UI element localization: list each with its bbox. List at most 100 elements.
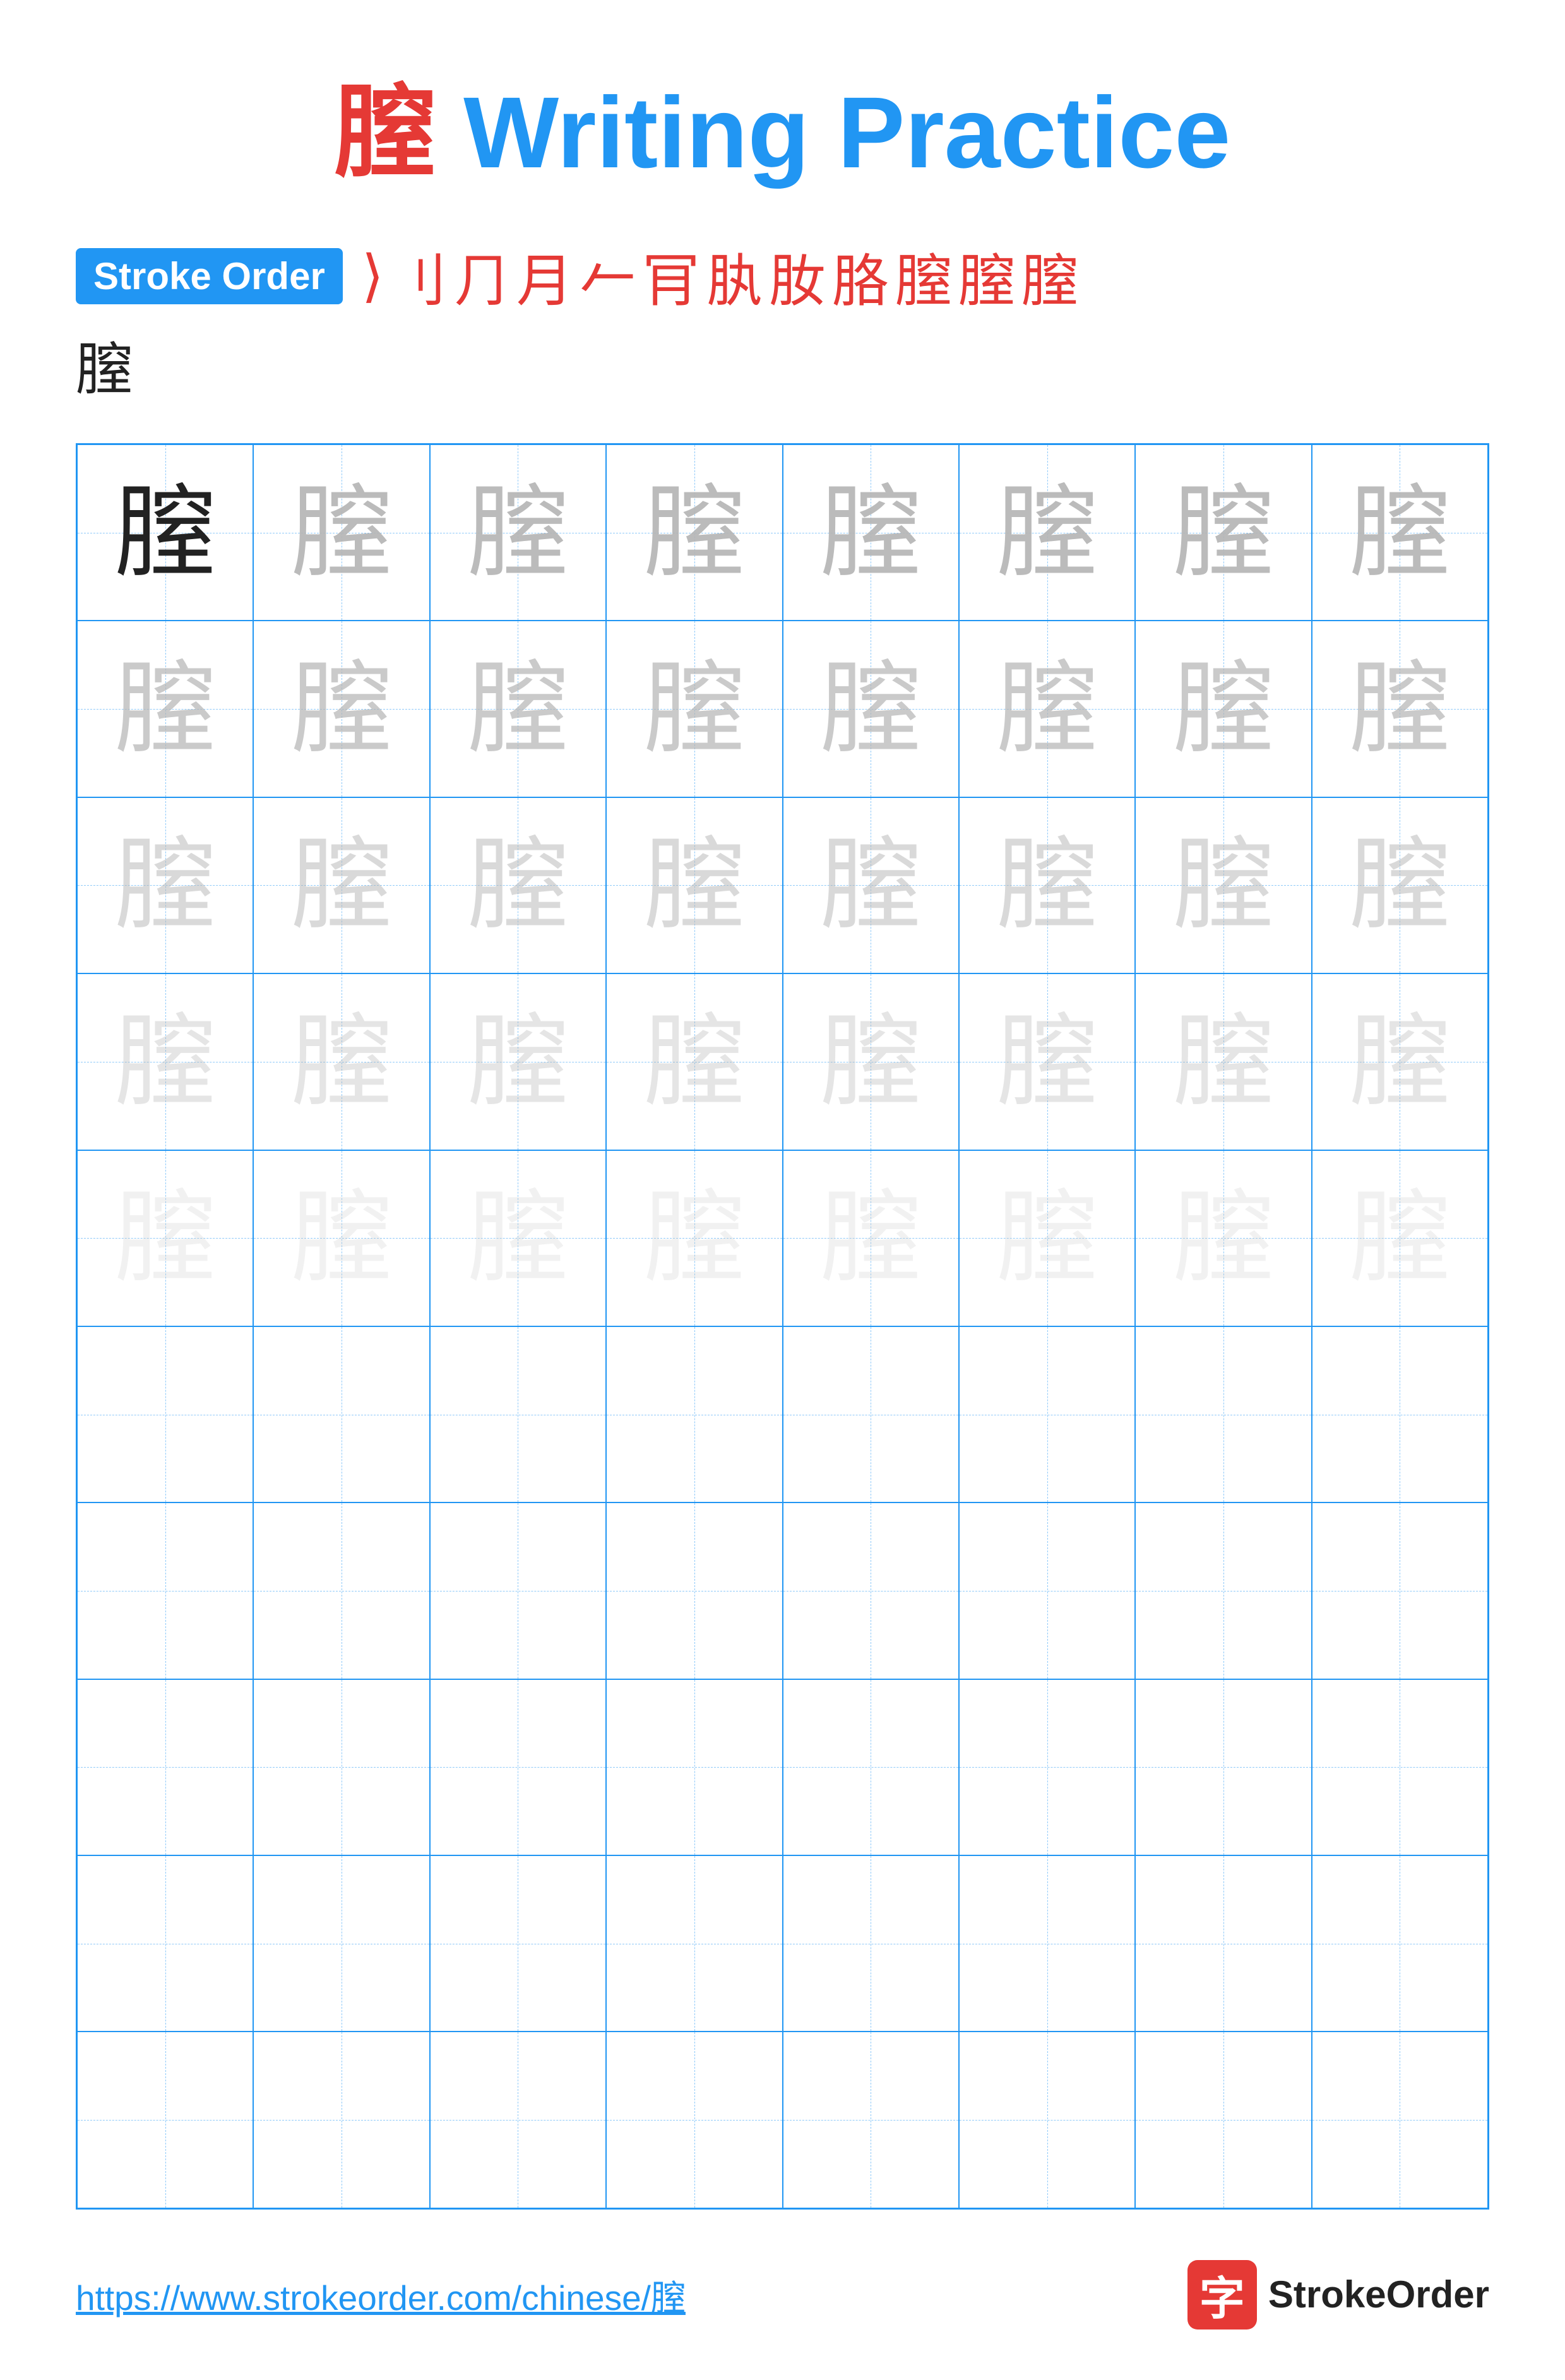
grid-cell: 膣 (959, 444, 1135, 621)
grid-row-8 (77, 1679, 1488, 1855)
grid-cell[interactable] (959, 1679, 1135, 1855)
grid-cell: 膣 (253, 444, 429, 621)
grid-cell[interactable] (783, 1502, 959, 1679)
grid-cell[interactable] (783, 2032, 959, 2208)
grid-cell[interactable] (77, 2032, 253, 2208)
grid-cell: 膣 (1312, 797, 1488, 973)
grid-cell[interactable] (253, 2032, 429, 2208)
grid-cell: 膣 (430, 797, 606, 973)
grid-cell: 膣 (77, 1150, 253, 1326)
footer-brand: 字 StrokeOrder (1187, 2260, 1489, 2329)
grid-cell[interactable] (253, 1326, 429, 1502)
grid-row-9 (77, 1855, 1488, 2032)
footer-url[interactable]: https://www.strokeorder.com/chinese/膣 (76, 2270, 686, 2320)
page: 膣 Writing Practice Stroke Order ⟩ 刂 ⺆ 月 … (0, 0, 1565, 2380)
grid-cell[interactable] (1135, 1326, 1311, 1502)
grid-cell: 膣 (253, 973, 429, 1150)
grid-cell[interactable] (1135, 1855, 1311, 2032)
grid-row-5: 膣 膣 膣 膣 膣 膣 膣 膣 (77, 1150, 1488, 1326)
writing-grid: 膣 膣 膣 膣 膣 膣 膣 膣 膣 膣 膣 膣 膣 膣 膣 膣 膣 膣 膣 膣 … (76, 443, 1489, 2210)
grid-cell[interactable] (430, 1326, 606, 1502)
grid-cell[interactable] (606, 1326, 782, 1502)
grid-cell[interactable] (253, 1679, 429, 1855)
grid-cell: 膣 (959, 621, 1135, 797)
grid-cell[interactable] (606, 1679, 782, 1855)
grid-cell[interactable] (959, 1326, 1135, 1502)
stroke-final: 膣 (76, 323, 1489, 405)
grid-cell: 膣 (1135, 973, 1311, 1150)
grid-cell: 膣 (1312, 973, 1488, 1150)
grid-cell: 膣 (959, 797, 1135, 973)
grid-cell[interactable] (959, 2032, 1135, 2208)
grid-row-10 (77, 2032, 1488, 2208)
grid-cell: 膣 (77, 621, 253, 797)
grid-cell[interactable] (1135, 2032, 1311, 2208)
stroke-order-badge[interactable]: Stroke Order (76, 248, 343, 304)
grid-cell: 膣 (1135, 621, 1311, 797)
grid-cell: 膣 (1312, 444, 1488, 621)
grid-cell: 膣 (959, 973, 1135, 1150)
grid-cell[interactable] (606, 2032, 782, 2208)
grid-cell[interactable] (430, 2032, 606, 2208)
grid-cell: 膣 (1312, 1150, 1488, 1326)
grid-cell[interactable] (77, 1326, 253, 1502)
grid-cell: 膣 (253, 621, 429, 797)
grid-cell[interactable] (959, 1502, 1135, 1679)
grid-cell[interactable] (1312, 1326, 1488, 1502)
grid-cell: 膣 (1135, 444, 1311, 621)
grid-cell: 膣 (606, 1150, 782, 1326)
grid-cell: 膣 (783, 973, 959, 1150)
grid-cell[interactable] (1312, 1855, 1488, 2032)
grid-cell[interactable] (1135, 1502, 1311, 1679)
stroke-chars: ⟩ 刂 ⺆ 月 𠂉 肎 肒 肗 胳 膣 膣 膣 (362, 235, 1078, 317)
grid-cell: 膣 (430, 973, 606, 1150)
grid-row-6 (77, 1326, 1488, 1502)
stroke-order-section: Stroke Order ⟩ 刂 ⺆ 月 𠂉 肎 肒 肗 胳 膣 膣 膣 膣 (76, 235, 1489, 405)
grid-cell: 膣 (430, 1150, 606, 1326)
grid-cell[interactable] (77, 1679, 253, 1855)
grid-row-1: 膣 膣 膣 膣 膣 膣 膣 膣 (77, 444, 1488, 621)
title-char: 膣 (335, 76, 436, 189)
grid-cell[interactable] (77, 1855, 253, 2032)
grid-cell[interactable] (1135, 1679, 1311, 1855)
page-title: 膣 Writing Practice (76, 51, 1489, 197)
grid-cell: 膣 (783, 621, 959, 797)
grid-cell[interactable] (430, 1502, 606, 1679)
grid-cell: 膣 (606, 973, 782, 1150)
grid-cell[interactable] (430, 1679, 606, 1855)
grid-cell[interactable] (253, 1855, 429, 2032)
grid-cell: 膣 (77, 797, 253, 973)
grid-row-7 (77, 1502, 1488, 1679)
grid-cell: 膣 (77, 444, 253, 621)
grid-cell: 膣 (77, 973, 253, 1150)
grid-cell: 膣 (783, 444, 959, 621)
grid-cell: 膣 (783, 1150, 959, 1326)
grid-cell: 膣 (253, 1150, 429, 1326)
grid-cell[interactable] (783, 1326, 959, 1502)
grid-cell: 膣 (253, 797, 429, 973)
grid-cell[interactable] (606, 1502, 782, 1679)
grid-cell[interactable] (77, 1502, 253, 1679)
grid-cell: 膣 (430, 621, 606, 797)
grid-cell[interactable] (606, 1855, 782, 2032)
brand-icon: 字 (1187, 2260, 1257, 2329)
grid-cell[interactable] (1312, 1679, 1488, 1855)
grid-cell: 膣 (606, 444, 782, 621)
grid-cell: 膣 (606, 797, 782, 973)
grid-cell: 膣 (1135, 797, 1311, 973)
grid-cell[interactable] (1312, 2032, 1488, 2208)
grid-cell[interactable] (783, 1855, 959, 2032)
grid-row-3: 膣 膣 膣 膣 膣 膣 膣 膣 (77, 797, 1488, 973)
grid-cell[interactable] (1312, 1502, 1488, 1679)
grid-cell: 膣 (430, 444, 606, 621)
grid-cell[interactable] (783, 1679, 959, 1855)
grid-cell: 膣 (1312, 621, 1488, 797)
grid-cell[interactable] (253, 1502, 429, 1679)
footer: https://www.strokeorder.com/chinese/膣 字 … (76, 2247, 1489, 2329)
title-suffix: Writing Practice (436, 76, 1231, 189)
grid-cell[interactable] (959, 1855, 1135, 2032)
brand-name: StrokeOrder (1268, 2273, 1489, 2316)
grid-cell[interactable] (430, 1855, 606, 2032)
grid-cell: 膣 (783, 797, 959, 973)
grid-cell: 膣 (606, 621, 782, 797)
